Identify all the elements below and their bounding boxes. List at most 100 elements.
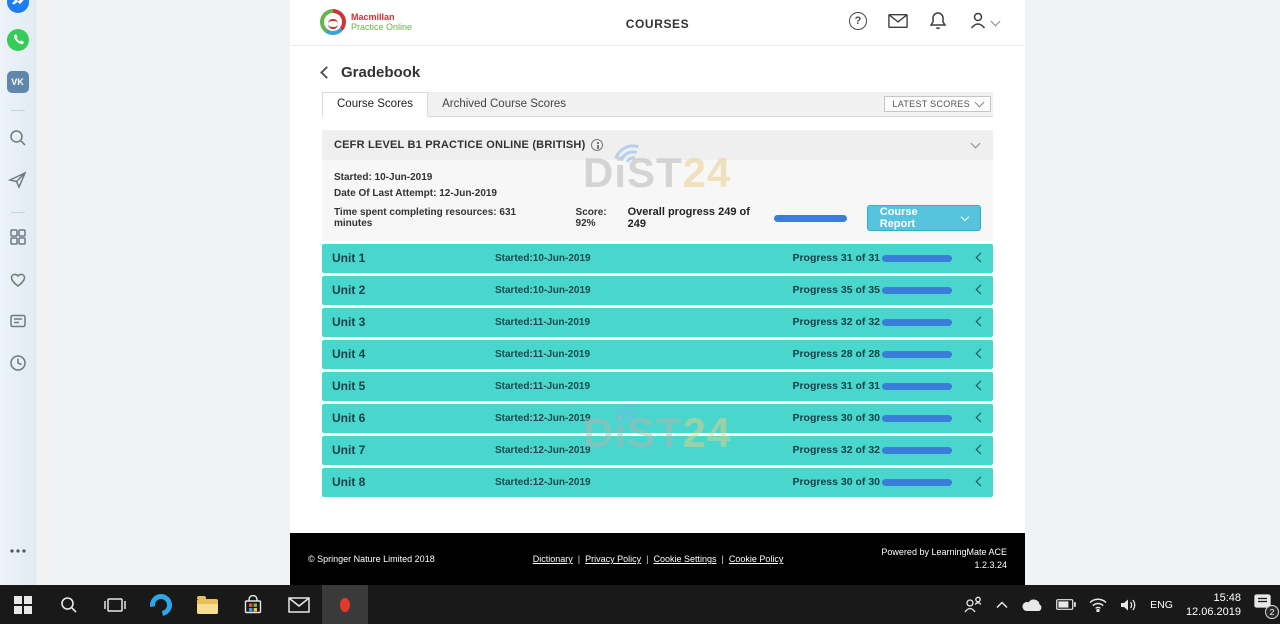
course-report-button[interactable]: Course Report: [867, 205, 981, 231]
overall-progress-label: Overall progress 249 of 249: [628, 206, 767, 230]
unit-row-3[interactable]: Unit 3 Started:11-Jun-2019 Progress 32 o…: [322, 308, 993, 337]
nav-courses[interactable]: COURSES: [626, 17, 690, 31]
social-sidebar: VK: [0, 0, 36, 585]
mail-icon[interactable]: [888, 11, 908, 31]
site-header: Macmillan Practice Online COURSES: [290, 0, 1025, 46]
macmillan-logo[interactable]: Macmillan Practice Online: [320, 9, 412, 35]
back-button[interactable]: [320, 66, 333, 79]
chevron-down-icon[interactable]: [971, 139, 981, 149]
unit-row-6[interactable]: Unit 6 Started:12-Jun-2019 Progress 30 o…: [322, 404, 993, 433]
tab-archived-course-scores[interactable]: Archived Course Scores: [428, 93, 580, 116]
chevron-left-icon[interactable]: [976, 349, 986, 359]
unit-row-7[interactable]: Unit 7 Started:12-Jun-2019 Progress 32 o…: [322, 436, 993, 465]
units-list: Unit 1 Started:10-Jun-2019 Progress 31 o…: [322, 244, 993, 497]
unit-name: Unit 3: [332, 315, 365, 329]
volume-icon[interactable]: [1120, 598, 1137, 612]
bell-icon[interactable]: [928, 11, 948, 31]
course-started: Started: 10-Jun-2019: [334, 172, 981, 183]
action-center-icon[interactable]: 2: [1254, 594, 1272, 615]
version: 1.2.3.24: [881, 559, 1007, 572]
store-icon[interactable]: [230, 585, 276, 624]
taskbar-time: 15:48: [1186, 591, 1241, 605]
footer-link-dictionary[interactable]: Dictionary: [533, 554, 573, 564]
unit-row-5[interactable]: Unit 5 Started:11-Jun-2019 Progress 31 o…: [322, 372, 993, 401]
unit-progress-bar: [882, 415, 952, 422]
news-icon[interactable]: [8, 311, 28, 336]
unit-started-date: Started:12-Jun-2019: [495, 477, 591, 488]
powered-by: Powered by LearningMate ACE: [881, 546, 1007, 559]
chevron-left-icon[interactable]: [976, 285, 986, 295]
unit-row-4[interactable]: Unit 4 Started:11-Jun-2019 Progress 28 o…: [322, 340, 993, 369]
chevron-down-icon: [991, 16, 1001, 26]
history-clock-icon[interactable]: [8, 353, 28, 378]
edge-icon[interactable]: [138, 585, 184, 624]
unit-name: Unit 5: [332, 379, 365, 393]
taskbar-search-icon[interactable]: [46, 585, 92, 624]
unit-progress-bar: [882, 351, 952, 358]
unit-progress-bar: [882, 479, 952, 486]
search-icon[interactable]: [8, 128, 28, 153]
wifi-icon[interactable]: [1089, 598, 1107, 612]
unit-started-date: Started:12-Jun-2019: [495, 413, 591, 424]
unit-progress-label: Progress 30 of 30: [792, 476, 880, 488]
chevron-left-icon[interactable]: [976, 381, 986, 391]
logo-text-line1: Macmillan: [351, 12, 412, 22]
file-explorer-icon[interactable]: [184, 585, 230, 624]
messenger-icon[interactable]: [7, 0, 29, 13]
unit-started-date: Started:12-Jun-2019: [495, 445, 591, 456]
more-dots-icon[interactable]: [9, 541, 27, 559]
windows-taskbar: ENG 15:48 12.06.2019 2: [0, 585, 1280, 624]
info-icon[interactable]: [591, 139, 603, 151]
apps-grid-icon[interactable]: [8, 227, 28, 252]
people-icon[interactable]: [963, 596, 983, 614]
overall-progress-bar: [774, 215, 846, 222]
start-button[interactable]: [0, 585, 46, 624]
footer-link-privacy-policy[interactable]: Privacy Policy: [585, 554, 641, 564]
chevron-left-icon[interactable]: [976, 477, 986, 487]
unit-progress-bar: [882, 287, 952, 294]
profile-menu[interactable]: [968, 11, 999, 31]
page-title: Gradebook: [341, 64, 420, 81]
unit-name: Unit 4: [332, 347, 365, 361]
course-details: Started: 10-Jun-2019 Date Of Last Attemp…: [322, 160, 993, 241]
course-panel-header[interactable]: CEFR LEVEL B1 PRACTICE ONLINE (BRITISH): [322, 130, 993, 160]
separator: |: [578, 554, 580, 564]
page-footer: © Springer Nature Limited 2018 Dictionar…: [290, 533, 1025, 585]
footer-link-cookie-settings[interactable]: Cookie Settings: [653, 554, 716, 564]
chevron-left-icon[interactable]: [976, 445, 986, 455]
unit-row-8[interactable]: Unit 8 Started:12-Jun-2019 Progress 30 o…: [322, 468, 993, 497]
latest-scores-label: LATEST SCORES: [892, 99, 970, 109]
language-indicator[interactable]: ENG: [1150, 599, 1173, 611]
unit-progress-bar: [882, 319, 952, 326]
unit-started-date: Started:11-Jun-2019: [495, 381, 590, 392]
mail-app-icon[interactable]: [276, 585, 322, 624]
unit-started-date: Started:11-Jun-2019: [495, 349, 590, 360]
chevron-left-icon[interactable]: [976, 317, 986, 327]
heart-icon[interactable]: [8, 269, 28, 294]
hidden-icons-chevron[interactable]: [996, 601, 1008, 609]
task-view-icon[interactable]: [92, 585, 138, 624]
chevron-left-icon[interactable]: [976, 253, 986, 263]
opera-icon[interactable]: [322, 585, 368, 624]
help-icon[interactable]: [848, 11, 868, 31]
unit-name: Unit 8: [332, 475, 365, 489]
taskbar-date: 12.06.2019: [1186, 605, 1241, 619]
footer-link-cookie-policy[interactable]: Cookie Policy: [729, 554, 784, 564]
logo-text-line2: Practice Online: [351, 22, 412, 32]
onedrive-cloud-icon[interactable]: [1021, 598, 1043, 612]
vk-icon[interactable]: VK: [7, 71, 29, 93]
battery-icon[interactable]: [1056, 599, 1076, 610]
send-icon[interactable]: [8, 170, 28, 195]
separator: |: [646, 554, 648, 564]
taskbar-clock[interactable]: 15:48 12.06.2019: [1186, 591, 1241, 619]
tab-course-scores[interactable]: Course Scores: [322, 92, 428, 117]
unit-progress-label: Progress 32 of 32: [792, 444, 880, 456]
course-title: CEFR LEVEL B1 PRACTICE ONLINE (BRITISH): [334, 139, 585, 151]
unit-row-1[interactable]: Unit 1 Started:10-Jun-2019 Progress 31 o…: [322, 244, 993, 273]
whatsapp-icon[interactable]: [7, 29, 29, 51]
course-score: Score: 92%: [576, 207, 628, 229]
unit-row-2[interactable]: Unit 2 Started:10-Jun-2019 Progress 35 o…: [322, 276, 993, 305]
chevron-left-icon[interactable]: [976, 413, 986, 423]
latest-scores-dropdown[interactable]: LATEST SCORES: [884, 96, 991, 112]
notification-badge: 2: [1265, 605, 1279, 619]
